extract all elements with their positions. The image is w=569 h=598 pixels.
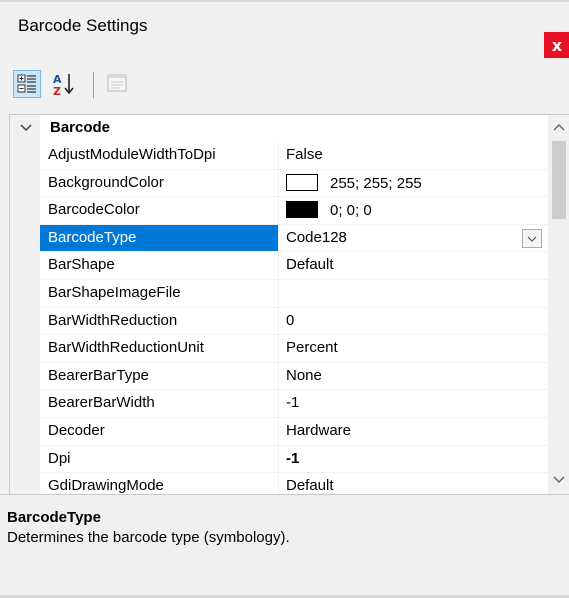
vertical-scrollbar[interactable] [548,115,569,495]
column-divider [278,252,279,279]
property-value[interactable]: Code128 [286,229,347,246]
scroll-up-arrow-icon[interactable] [548,117,569,137]
toolbar: A Z [0,58,569,110]
color-value-text: 255; 255; 255 [330,174,422,192]
category-row-barcode[interactable]: Barcode [10,117,540,139]
property-name: BarShapeImageFile [48,283,181,301]
property-row-decoder[interactable]: Decoder Hardware [40,417,548,446]
window-title: Barcode Settings [18,16,148,35]
property-value[interactable]: 0 [286,312,294,329]
dropdown-button[interactable] [522,228,542,248]
property-row-barcodetype[interactable]: BarcodeType Code128 [40,224,548,253]
column-divider [278,473,279,495]
property-row-barshape[interactable]: BarShape Default [40,252,548,280]
column-divider [278,335,279,362]
property-row-backgroundcolor[interactable]: BackgroundColor 255; 255; 255 [40,169,548,198]
property-value[interactable]: -1 [286,394,299,411]
toolbar-separator [93,72,94,98]
property-name: GdiDrawingMode [48,477,164,495]
chevron-down-icon[interactable] [18,120,34,136]
property-grid: Barcode AdjustModuleWidthToDpi False Bac… [9,114,569,495]
property-value[interactable]: 255; 255; 255 [286,173,422,192]
property-pages-icon [107,74,127,92]
column-divider [278,307,279,335]
property-name: Dpi [48,449,71,467]
column-divider [278,142,279,169]
property-value[interactable]: False [286,146,323,163]
color-value-text: 0; 0; 0 [330,202,372,220]
property-name: BackgroundColor [48,173,164,191]
property-name: BarShape [48,256,115,274]
property-row-barwidthreductionunit[interactable]: BarWidthReductionUnit Percent [40,335,548,363]
property-row-adjustmodulewidthtodpi[interactable]: AdjustModuleWidthToDpi False [40,142,548,170]
property-row-bearerbartype[interactable]: BearerBarType None [40,362,548,391]
scrollbar-thumb[interactable] [552,141,566,219]
property-value[interactable]: Default [286,477,334,494]
column-divider [278,169,279,197]
property-row-barwidthreduction[interactable]: BarWidthReduction 0 [40,307,548,336]
scroll-down-arrow-icon[interactable] [548,470,569,490]
property-row-gdidrawingmode[interactable]: GdiDrawingMode Default [40,473,548,495]
property-name: BarWidthReduction [48,311,178,329]
color-swatch [286,173,318,191]
categorized-button[interactable] [13,70,41,98]
column-divider [278,362,279,390]
property-name: BarcodeColor [48,201,140,219]
property-name: BarWidthReductionUnit [48,339,204,357]
property-value[interactable]: Default [286,256,334,273]
property-rows: AdjustModuleWidthToDpi False BackgroundC… [40,142,548,495]
property-name: BearerBarType [48,366,149,384]
property-value[interactable]: Percent [286,339,338,356]
description-panel: BarcodeType Determines the barcode type … [0,494,569,598]
close-button[interactable]: x [544,32,569,58]
alphabetical-button[interactable]: A Z [50,70,78,98]
color-swatch [286,201,318,219]
property-name: Decoder [48,421,105,439]
property-value[interactable]: Hardware [286,422,351,439]
alphabetical-sort-icon: A Z [53,73,74,98]
description-text: Determines the barcode type (symbology). [7,529,290,546]
categorized-icon [17,74,36,93]
column-divider [278,417,279,445]
property-pages-button[interactable] [104,70,132,98]
chevron-down-icon [527,236,537,242]
category-label: Barcode [50,119,111,136]
svg-text:Z: Z [53,85,61,98]
property-row-dpi[interactable]: Dpi -1 [40,445,548,474]
property-name: AdjustModuleWidthToDpi [48,146,216,163]
property-value[interactable]: 0; 0; 0 [286,201,372,219]
property-row-barcodecolor[interactable]: BarcodeColor 0; 0; 0 [40,197,548,225]
close-icon: x [551,35,563,55]
property-value[interactable]: None [286,367,322,384]
column-divider [278,445,279,473]
description-title: BarcodeType [7,509,101,526]
property-name: BarcodeType [48,228,137,246]
property-value[interactable]: -1 [286,450,299,467]
column-divider [278,197,279,224]
grid-gutter [10,115,40,495]
column-divider [278,224,279,252]
title-bar: Barcode Settings x [0,2,569,58]
property-row-barshapeimagefile[interactable]: BarShapeImageFile [40,279,548,308]
property-row-bearerbarwidth[interactable]: BearerBarWidth -1 [40,390,548,418]
property-name: BearerBarWidth [48,394,155,412]
column-divider [278,390,279,417]
column-divider [278,279,279,307]
